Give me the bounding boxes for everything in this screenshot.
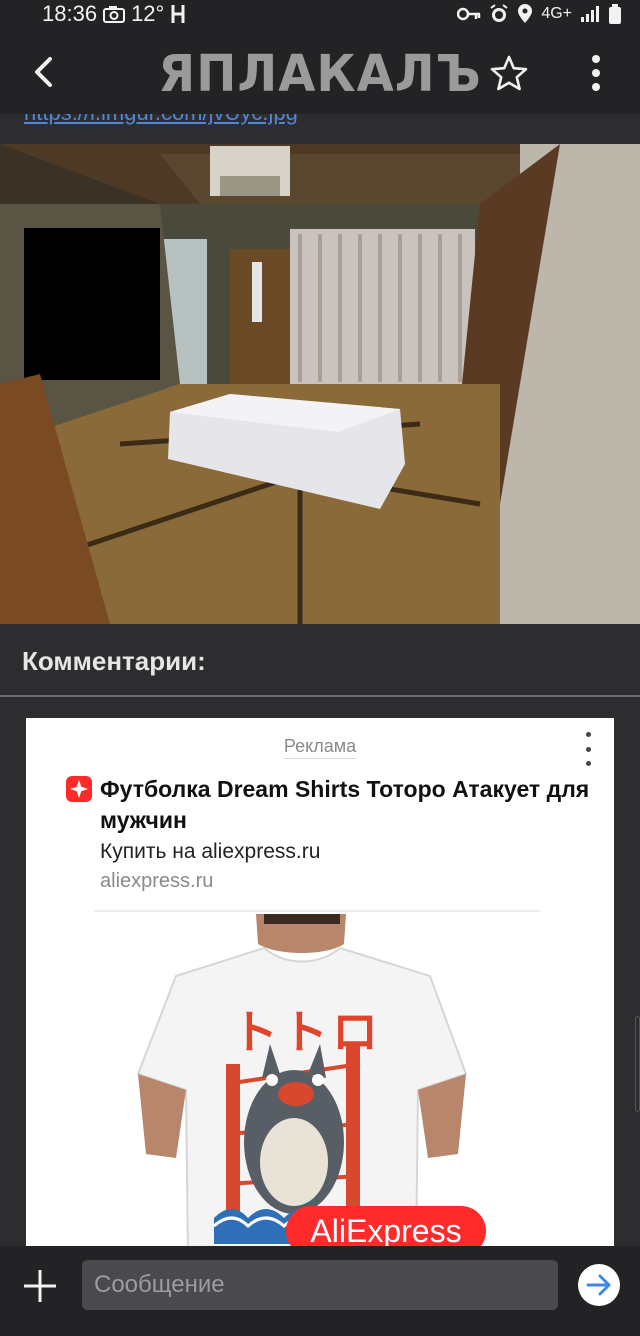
ad-more-dot [585, 732, 591, 737]
ad-more-button[interactable] [578, 732, 598, 766]
camera-icon [103, 6, 126, 23]
ad-more-dot [585, 761, 591, 766]
key-icon [457, 7, 481, 21]
aliexpress-brand-icon [66, 776, 92, 802]
status-time: 18:36 [42, 1, 98, 26]
more-vert-icon [592, 55, 600, 91]
attach-button[interactable] [20, 1266, 60, 1306]
ad-label-text: Реклама [283, 736, 357, 759]
signal-icon [581, 6, 599, 22]
comments-header: Комментарии: [22, 646, 206, 676]
scroll-indicator[interactable] [635, 1016, 640, 1112]
message-input[interactable] [82, 1260, 558, 1310]
battery-icon [609, 4, 621, 24]
status-right: 4G+ [457, 3, 622, 25]
more-menu-button[interactable] [578, 50, 614, 96]
ad-product-image[interactable]: トトロ [26, 914, 614, 1246]
status-temp: 12° [131, 1, 165, 26]
aliexpress-badge-text: AliExpress [310, 1212, 462, 1247]
ad-title[interactable]: Футболка Dream Shirts Тоторо Атакует для… [100, 774, 590, 836]
comments-divider [0, 695, 640, 697]
star-icon [490, 55, 528, 91]
location-icon [518, 4, 533, 23]
ad-card[interactable]: Реклама Футболка Dream Shirts Тоторо Ата… [26, 718, 614, 1246]
plus-icon [24, 1270, 56, 1302]
ad-subtitle[interactable]: Купить на aliexpress.ru [100, 840, 320, 864]
send-arrow-icon [586, 1274, 611, 1296]
aliexpress-badge[interactable]: AliExpress [286, 1206, 486, 1246]
h-icon [171, 5, 185, 23]
ad-separator [94, 910, 540, 912]
ad-domain[interactable]: aliexpress.ru [100, 870, 213, 893]
site-logo[interactable]: ЯПЛАКАЛЪ [158, 43, 481, 106]
back-arrow-icon [35, 57, 52, 87]
back-button[interactable] [22, 50, 66, 94]
send-button[interactable] [578, 1264, 620, 1306]
favorite-button[interactable] [486, 50, 532, 96]
post-image[interactable] [0, 144, 640, 624]
ad-label: Реклама [26, 736, 614, 759]
ad-more-dot [585, 746, 591, 752]
network-label: 4G+ [541, 5, 572, 22]
status-left: 18:36 12° [42, 1, 186, 27]
app-bar: ЯПЛАКАЛЪ [0, 28, 640, 114]
alarm-icon [490, 4, 508, 22]
message-composer [0, 1246, 640, 1336]
post-link[interactable]: https://i.imgur.com/jvUyc.jpg [24, 114, 298, 126]
status-bar: 18:36 12° 4G+ [0, 0, 640, 28]
post-content: https://i.imgur.com/jvUyc.jpg Комментари [0, 114, 640, 1246]
